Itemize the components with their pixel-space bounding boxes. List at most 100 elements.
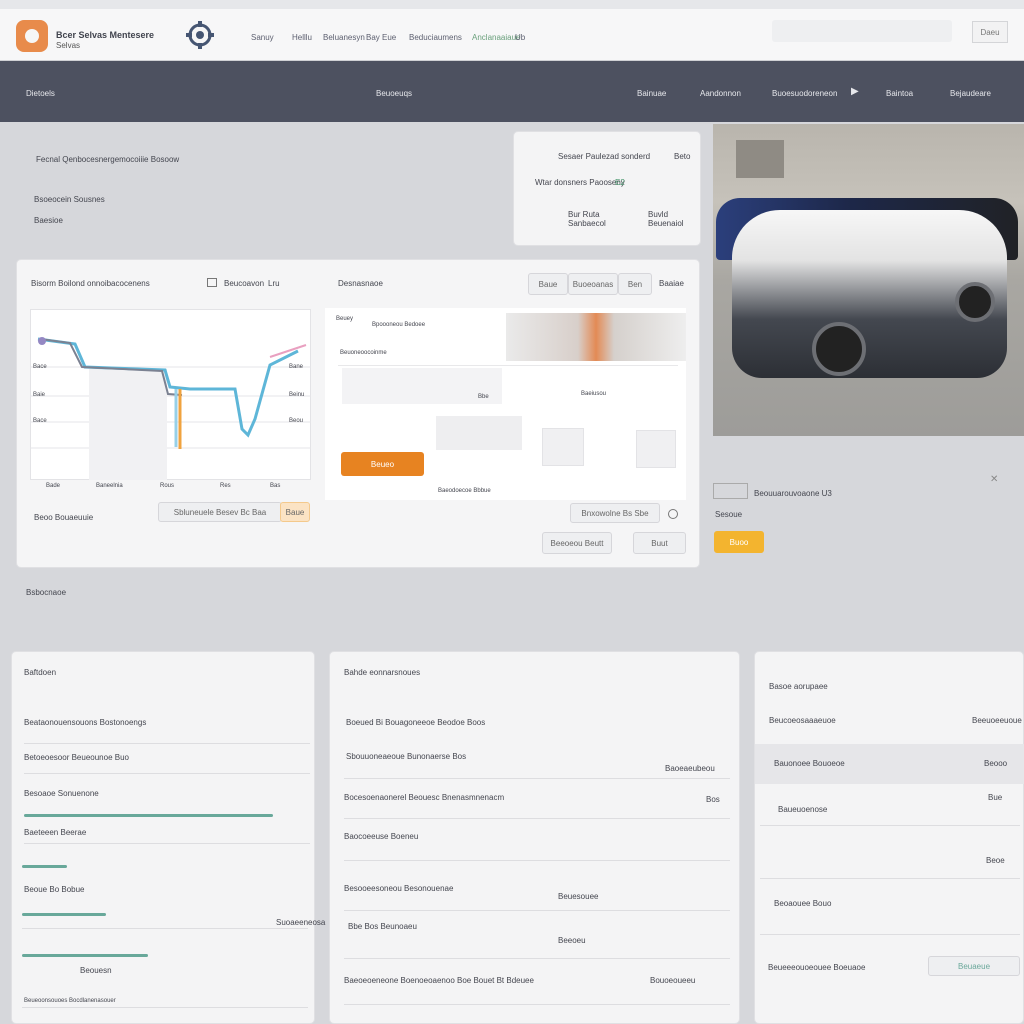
x-label-4: Res [220, 483, 231, 489]
list1-row-3[interactable]: Besoaoe Sonuenone [24, 789, 99, 798]
list1-row-7[interactable]: Beouesn [80, 966, 112, 975]
list2-row-5[interactable]: Besooeesoneou Besonouenae [344, 884, 453, 893]
hero-line-1: Bsoeocein Sousnes [34, 195, 105, 204]
list3-row-2[interactable]: Bauonoee Bouoeoe [774, 759, 845, 768]
toggle-last[interactable]: Baaiae [659, 279, 684, 288]
navbar-item-2[interactable]: Aandonnon [700, 89, 741, 98]
list2-divider-6 [344, 1004, 730, 1005]
list2-row-7[interactable]: Baeoeoeneone Boenoeoaenoo Boe Bouet Bt B… [344, 976, 534, 985]
list1-row-6[interactable]: Suoaeeneosa [276, 918, 325, 927]
list1-divider-3 [24, 843, 310, 844]
list2-divider-4 [344, 910, 730, 911]
info-card-badge: E2 [615, 178, 625, 187]
list1-row-8[interactable]: Beueoonsouoes Bocdlanenasouer [24, 998, 116, 1004]
analytics-unit[interactable]: Lru [268, 279, 280, 288]
list3-row-4-value: Beoe [986, 856, 1005, 865]
navbar-item-1[interactable]: Bainuae [637, 89, 666, 98]
car-panel-button[interactable]: Buoo [714, 531, 764, 553]
car-wheel-front [812, 322, 866, 376]
list1-row-2[interactable]: Betoeoesoor Beueounoe Buo [24, 753, 129, 762]
navbar-item-3[interactable]: Buoesuodoreneon [772, 89, 837, 98]
info-stat-2-label: Beuenaiol [648, 219, 684, 228]
header-nav-5[interactable]: Beduciaumens [409, 33, 462, 42]
list1-progress-2 [22, 865, 67, 868]
list2-divider-1 [344, 778, 730, 779]
document-action-button[interactable]: Beueo [341, 452, 424, 476]
list2-divider-5 [344, 958, 730, 959]
analytics-range[interactable]: Beucoavon [224, 279, 264, 288]
list1-row-5[interactable]: Beoue Bo Bobue [24, 885, 85, 894]
y-tick-2: Baie [33, 392, 46, 398]
info-card-title: Sesaer Paulezad sonderd [558, 152, 651, 161]
list3-divider-1 [760, 825, 1020, 826]
header-nav-1[interactable]: Sanuy [251, 33, 274, 42]
list1-title: Baftdoen [24, 668, 57, 677]
list3-divider-3 [760, 934, 1020, 935]
search-input[interactable] [772, 20, 952, 42]
analytics-pill[interactable]: Sbluneuele Besev Bc Baa [158, 502, 282, 522]
secondary-button-2[interactable]: Buut [633, 532, 686, 554]
panel2-title: Desnasnaoe [338, 279, 383, 288]
y2-tick-3: Beou [289, 418, 304, 424]
header-nav-7[interactable]: Ub [515, 33, 525, 42]
play-icon[interactable]: ▶ [851, 86, 859, 97]
list2-row-3-value: Bos [706, 795, 720, 804]
toggle-right[interactable]: Ben [618, 273, 652, 295]
list2-row-4[interactable]: Baocoeeuse Boeneu [344, 832, 418, 841]
navbar-item-4[interactable]: Baintoa [886, 89, 913, 98]
list3-row-3[interactable]: Baueuoenose [778, 805, 827, 814]
car-panel-caption: Beouuarouvoaone U3 [754, 489, 832, 498]
list3-row-6-button[interactable]: Beuaeue [928, 956, 1020, 976]
list1-row-4[interactable]: Baeteeen Beerae [24, 828, 86, 837]
list3-divider-2 [760, 878, 1020, 879]
list3-row-1[interactable]: Beucoeosaaaeuoe [769, 716, 836, 725]
close-icon[interactable]: ✕ [990, 474, 998, 485]
list2-row-2-value: Baoeaeubeou [665, 764, 715, 773]
x-label-3: Rous [160, 483, 175, 489]
list2-row-7-value: Bouoeoueeu [650, 976, 696, 985]
list3-row-6[interactable]: Beueeeouoeouee Boeuaoe [768, 963, 865, 972]
navbar-center-label[interactable]: Beuoeuqs [376, 89, 412, 98]
header-nav-3[interactable]: Beluanesyn [323, 33, 365, 42]
navbar-left-label[interactable]: Dietoels [26, 89, 55, 98]
list1-divider-2 [24, 773, 310, 774]
list2-row-6[interactable]: Bbe Bos Beunoaeu [348, 922, 417, 931]
info-stat-2-value: Buvld [648, 210, 669, 219]
document-label-2: Baeiusou [581, 391, 607, 397]
x-label-2: Baneelnia [96, 483, 123, 489]
analytics-pill-badge[interactable]: Baue [280, 502, 310, 522]
wall-vent [736, 140, 784, 178]
document-subtitle: Bpoooneou Bedoee [372, 322, 426, 328]
toggle-left[interactable]: Baue [528, 273, 568, 295]
header-nav-6[interactable]: Anclanaaiaue [472, 33, 520, 42]
list3-row-5[interactable]: Beoaouee Bouo [774, 899, 831, 908]
y-tick-1: Bace [33, 364, 47, 370]
list2-row-3[interactable]: Bocesoenaonerel Beouesc Bnenasmnenacm [344, 793, 504, 802]
bottom-pill[interactable]: Bnxowolne Bs Sbe [570, 503, 660, 523]
gear-icon[interactable] [186, 21, 214, 49]
navbar-item-5[interactable]: Bejaudeare [950, 89, 991, 98]
list2-row-2[interactable]: Sbouuoneaeoue Bunonaerse Bos [346, 752, 466, 761]
header-nav-2[interactable]: Helllu [292, 33, 312, 42]
list1-row-1[interactable]: Beataonouensouons Bostonoengs [24, 718, 146, 727]
list2-divider-2 [344, 818, 730, 819]
toggle-mid[interactable]: Buoeoanas [568, 273, 618, 295]
document-title: Beuey [336, 316, 354, 322]
filter-icon[interactable] [207, 278, 217, 287]
list3-row-1-value: Beeuoeeuoue [972, 716, 1022, 725]
hero-title: Fecnal Qenbocesnergemocoiiie Bosoow [36, 155, 180, 164]
analytics-title: Bisorm Boilond onnoibacocenens [31, 279, 150, 288]
analytics-footer-label: Beoo Bouaeuuie [34, 513, 94, 522]
info-card [513, 131, 701, 246]
secondary-button-1[interactable]: Beeoeou Beutt [542, 532, 612, 554]
list1-progress-3 [22, 913, 106, 916]
info-stat-1-value: Bur Ruta [568, 210, 600, 219]
header-button[interactable]: Daeu [972, 21, 1008, 43]
header-nav-4[interactable]: Bay Eue [366, 33, 396, 42]
info-stat-1-label: Sanbaecol [568, 219, 606, 228]
window-titlebar [0, 0, 1024, 9]
refresh-icon[interactable] [668, 509, 678, 519]
list2-row-1[interactable]: Boeued Bi Bouagoneeoe Beodoe Boos [346, 718, 485, 727]
x-label-1: Bade [46, 483, 61, 489]
car-wheel-rear [955, 282, 995, 322]
